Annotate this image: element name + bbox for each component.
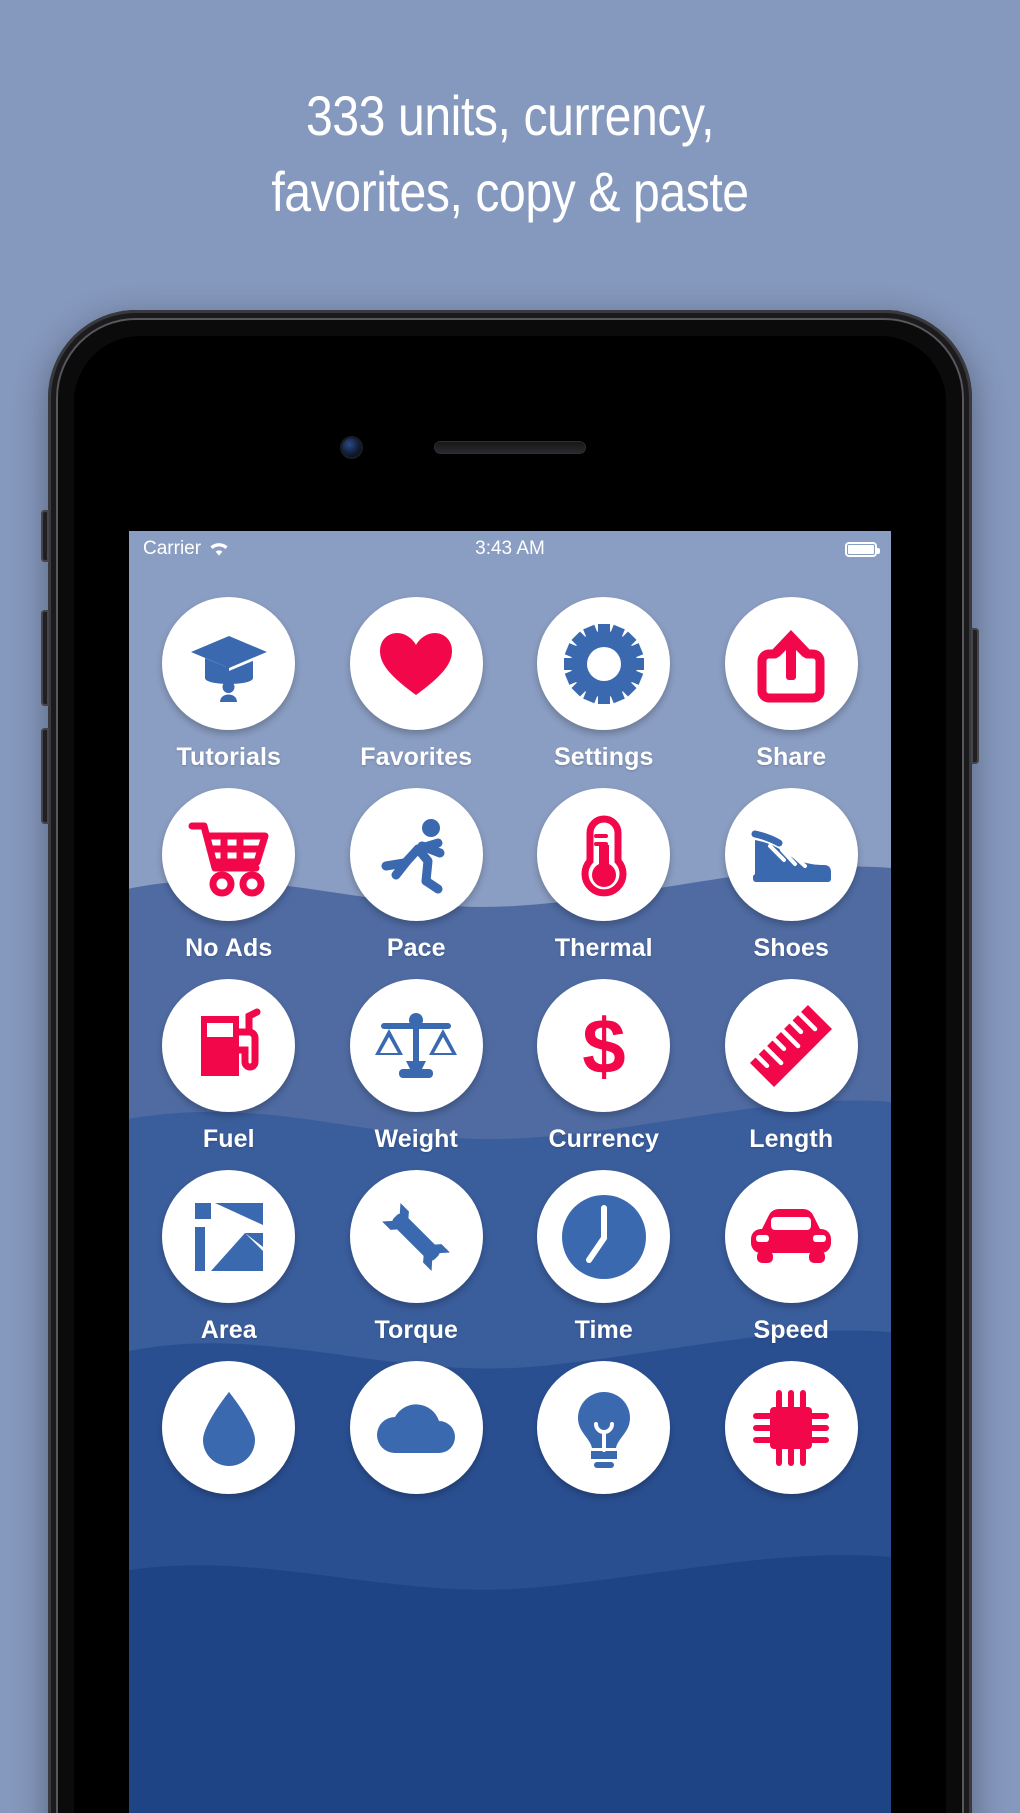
status-bar-left: Carrier [143, 538, 230, 560]
gear-icon [563, 623, 644, 704]
tile-time[interactable]: Time [510, 1154, 698, 1345]
tile-label: Thermal [554, 934, 653, 962]
fuel-disc[interactable] [162, 979, 296, 1112]
mute-switch[interactable] [41, 510, 49, 562]
tile-label: Weight [374, 1125, 458, 1153]
promo-headline: 333 units, currency, favorites, copy & p… [71, 78, 948, 230]
volume-down-button[interactable] [41, 728, 49, 824]
tutorials-disc[interactable] [162, 597, 296, 730]
favorites-disc[interactable] [349, 597, 483, 730]
dollar-sign-icon: $ [582, 1004, 625, 1088]
water-drop-icon [202, 1391, 255, 1466]
speed-disc[interactable] [724, 1170, 858, 1303]
no-ads-disc[interactable] [162, 788, 296, 921]
battery-full-icon [845, 541, 880, 557]
app-screen: Carrier 3:43 AM Tutorials Favorites Sett… [129, 531, 891, 1813]
tile-torque[interactable]: Torque [323, 1154, 511, 1345]
weight-disc[interactable] [349, 979, 483, 1112]
tile-fuel[interactable]: Fuel [135, 963, 323, 1154]
tile-volume[interactable] [135, 1345, 323, 1507]
tile-pace[interactable]: Pace [323, 772, 511, 963]
tile-label: Settings [554, 743, 654, 771]
carrier-label: Carrier [143, 538, 202, 559]
volume-up-button[interactable] [41, 610, 49, 706]
earpiece-speaker-icon [435, 442, 585, 453]
phone-mockup: Carrier 3:43 AM Tutorials Favorites Sett… [41, 310, 979, 1813]
tile-thermal[interactable]: Thermal [510, 772, 698, 963]
tile-label: Torque [374, 1316, 458, 1344]
thermal-disc[interactable] [537, 788, 671, 921]
tile-speed[interactable]: Speed [698, 1154, 886, 1345]
status-bar: Carrier 3:43 AM [129, 531, 891, 567]
power-button[interactable] [971, 628, 979, 764]
tile-shoes[interactable]: Shoes [698, 772, 886, 963]
wifi-icon [210, 543, 228, 556]
tile-favorites[interactable]: Favorites [323, 581, 511, 772]
tile-settings[interactable]: Settings [510, 581, 698, 772]
tile-pressure[interactable] [323, 1345, 511, 1507]
tile-length[interactable]: Length [698, 963, 886, 1154]
icon-grid: Tutorials Favorites Settings Share No Ad… [129, 567, 891, 1507]
status-bar-right [845, 541, 880, 557]
svg-text:$: $ [582, 1004, 625, 1088]
pressure-disc[interactable] [349, 1361, 483, 1494]
data-disc[interactable] [724, 1361, 858, 1494]
cpu-chip-icon [753, 1389, 830, 1466]
tile-weight[interactable]: Weight [323, 963, 511, 1154]
clock-icon [561, 1194, 646, 1279]
graduation-cap-icon [190, 635, 267, 702]
volume-disc[interactable] [162, 1361, 296, 1494]
area-shapes-icon [194, 1202, 263, 1271]
tile-label: Fuel [202, 1125, 255, 1153]
sneaker-icon [751, 830, 832, 882]
tile-label: Pace [386, 934, 446, 962]
settings-disc[interactable] [537, 597, 671, 730]
shoes-disc[interactable] [724, 788, 858, 921]
phone-screen-frame: Carrier 3:43 AM Tutorials Favorites Sett… [74, 336, 946, 1813]
lightbulb-icon [577, 1391, 630, 1468]
front-camera-icon [342, 438, 361, 457]
tile-tutorials[interactable]: Tutorials [135, 581, 323, 772]
tile-share[interactable]: Share [698, 581, 886, 772]
tile-label: Shoes [753, 934, 830, 962]
headline-line-1: 333 units, currency, [305, 84, 715, 147]
thermometer-icon [581, 814, 627, 896]
tile-area[interactable]: Area [135, 1154, 323, 1345]
currency-disc[interactable]: $ [537, 979, 671, 1112]
torque-disc[interactable] [349, 1170, 483, 1303]
tile-label: Time [574, 1316, 633, 1344]
headline-line-2: favorites, copy & paste [271, 160, 749, 223]
status-bar-time: 3:43 AM [475, 538, 545, 559]
tile-label: Tutorials [176, 743, 282, 771]
tile-label: Currency [548, 1125, 660, 1153]
wrench-icon [382, 1202, 451, 1271]
fuel-pump-icon [200, 1008, 261, 1076]
shopping-cart-icon [188, 822, 269, 896]
tile-label: Speed [753, 1316, 830, 1344]
tile-label: Favorites [360, 743, 473, 771]
balance-scale-icon [375, 1012, 458, 1078]
time-disc[interactable] [537, 1170, 671, 1303]
share-disc[interactable] [724, 597, 858, 730]
tile-label: No Ads [185, 934, 273, 962]
tile-currency[interactable]: $ Currency [510, 963, 698, 1154]
tile-light[interactable] [510, 1345, 698, 1507]
heart-icon [380, 632, 453, 695]
light-disc[interactable] [537, 1361, 671, 1494]
tile-no-ads[interactable]: No Ads [135, 772, 323, 963]
tile-data[interactable] [698, 1345, 886, 1507]
ruler-icon [750, 1004, 833, 1087]
car-icon [751, 1208, 832, 1263]
share-upload-icon [757, 629, 825, 702]
tile-label: Area [200, 1316, 257, 1344]
running-person-icon [381, 818, 445, 893]
tile-label: Share [756, 743, 827, 771]
phone-bezel: Carrier 3:43 AM Tutorials Favorites Sett… [56, 318, 964, 1813]
pace-disc[interactable] [349, 788, 483, 921]
cloud-icon [377, 1403, 456, 1453]
area-disc[interactable] [162, 1170, 296, 1303]
tile-label: Length [749, 1125, 834, 1153]
length-disc[interactable] [724, 979, 858, 1112]
